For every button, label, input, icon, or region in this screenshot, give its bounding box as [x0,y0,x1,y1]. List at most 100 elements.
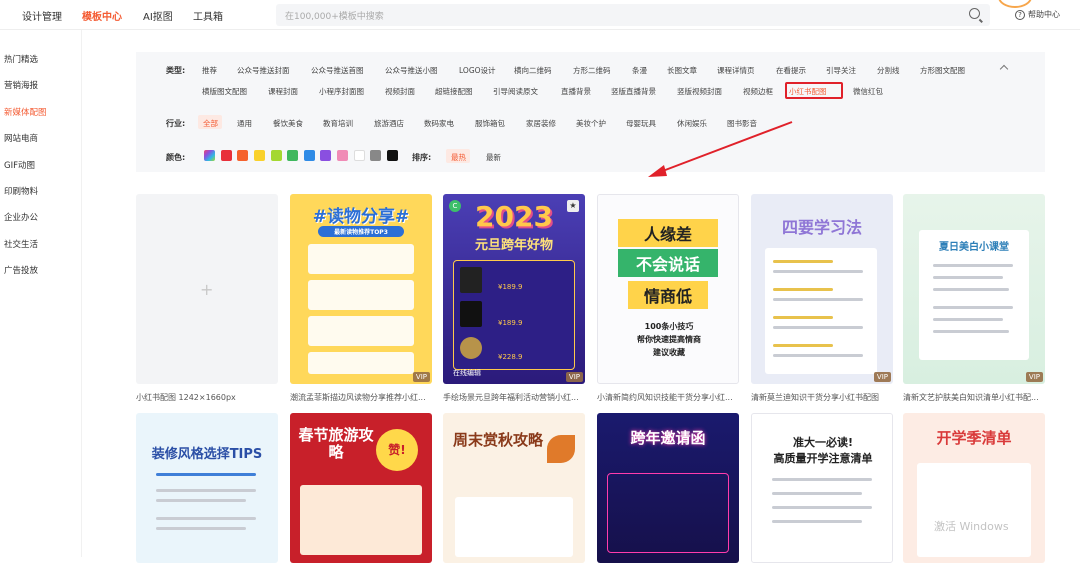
nav-toolbox[interactable]: 工具箱 [193,8,223,23]
search-icon[interactable] [969,8,980,19]
color-swatch[interactable] [304,150,315,161]
type-tag[interactable]: 微信红包 [853,86,883,97]
template-card[interactable]: 周末赏秋攻略 [443,413,585,563]
industry-tag[interactable]: 休闲娱乐 [677,118,707,129]
template-card[interactable]: 装修风格选择TIPS [136,413,278,563]
type-tag[interactable]: 视频封面 [385,86,415,97]
type-tag[interactable]: 引导阅读原文 [493,86,538,97]
nav-design-management[interactable]: 设计管理 [22,8,62,23]
color-swatch[interactable] [337,150,348,161]
type-tag[interactable]: 竖版直播背景 [611,86,656,97]
collapse-chevron-icon[interactable] [999,64,1009,74]
top-bar: 设计管理 模板中心 AI抠图 工具箱 在100,000+模板中搜索 ? 帮助中心 [0,0,1080,30]
template-card[interactable]: #读物分享# 最新读物推荐TOP3 VIP [290,194,432,384]
type-tag[interactable]: 分割线 [877,65,900,76]
nav-ai-cutout[interactable]: AI抠图 [143,8,173,23]
color-swatch-all[interactable] [204,150,215,161]
template-card[interactable]: 春节旅游攻略 赞! [290,413,432,563]
sidebar-item-print[interactable]: 印刷物料 [4,185,38,197]
template-card[interactable]: 跨年邀请函 [597,413,739,563]
type-tag[interactable]: 引导关注 [826,65,856,76]
color-swatch[interactable] [387,150,398,161]
color-swatch[interactable] [237,150,248,161]
card-title: 跨年邀请函 [630,429,706,447]
type-tag[interactable]: 小程序封面图 [319,86,364,97]
product-panel: ¥189.9 ¥189.9 ¥228.9 [453,260,575,370]
sidebar-item-hot[interactable]: 热门精选 [4,53,38,65]
color-swatch[interactable] [271,150,282,161]
type-tag[interactable]: 竖版视频封面 [677,86,722,97]
sidebar-item-new-media[interactable]: 新媒体配图 [4,106,47,118]
type-tag[interactable]: 长图文章 [667,65,697,76]
color-swatch[interactable] [287,150,298,161]
industry-tag[interactable]: 家居装修 [526,118,556,129]
sidebar-item-marketing[interactable]: 营销海报 [4,79,38,91]
template-card[interactable]: 开学季清单 [903,413,1045,563]
type-tag[interactable]: LOGO设计 [459,65,496,76]
industry-tag[interactable]: 服饰箱包 [475,118,505,129]
card-title: 开学季清单 [936,429,1012,447]
card-subtitle: 高质量开学注意清单 [773,452,873,465]
card-footer: 100条小技巧 [644,322,694,331]
industry-tag[interactable]: 餐饮美食 [273,118,303,129]
card-block [308,280,414,310]
type-tag[interactable]: 公众号推送封面 [237,65,290,76]
card-block [300,485,422,555]
type-tag[interactable]: 在看提示 [776,65,806,76]
industry-tag[interactable]: 图书影音 [727,118,757,129]
type-tag[interactable]: 方形二维码 [573,65,611,76]
nav-template-center[interactable]: 模板中心 [82,8,122,23]
type-tag[interactable]: 课程封面 [268,86,298,97]
card-title: 装修风格选择TIPS [151,447,263,462]
type-tag[interactable]: 方形图文配图 [920,65,965,76]
type-tag[interactable]: 超链接配图 [435,86,473,97]
card-caption: 清新莫兰迪知识干货分享小红书配图 [751,393,879,402]
industry-tag[interactable]: 旅游酒店 [374,118,404,129]
type-tag[interactable]: 横版图文配图 [202,86,247,97]
template-card[interactable]: 准大一必读! 高质量开学注意清单 [751,413,893,563]
sidebar-item-ads[interactable]: 广告投放 [4,264,38,276]
sidebar-item-gif[interactable]: GIF动图 [4,159,35,171]
help-center-link[interactable]: ? 帮助中心 [1015,9,1060,20]
industry-tag[interactable]: 母婴玩具 [626,118,656,129]
sidebar-item-ecommerce[interactable]: 网站电商 [4,132,38,144]
color-swatch[interactable] [254,150,265,161]
color-swatch[interactable] [320,150,331,161]
filter-panel: 类型: 推荐 公众号推送封面 公众号推送首图 公众号推送小图 LOGO设计 横向… [136,52,1045,172]
template-card[interactable]: C ★ 2023 元旦跨年好物 ¥189.9 ¥189.9 ¥228.9 在线编… [443,194,585,384]
type-tag[interactable]: 公众号推送首图 [311,65,364,76]
industry-tag[interactable]: 数码家电 [424,118,454,129]
industry-tag[interactable]: 通用 [237,118,252,129]
card-title: 春节旅游攻略 [298,426,374,461]
type-tag[interactable]: 直播背景 [561,86,591,97]
template-card[interactable]: 人缘差 不会说话 情商低 100条小技巧 帮你快速提高情商 建议收藏 [597,194,739,384]
new-design-placeholder[interactable]: + [136,194,278,384]
template-card[interactable]: 夏日美白小课堂 VIP [903,194,1045,384]
card-title: 夏日美白小课堂 [939,242,1009,253]
type-tag[interactable]: 横向二维码 [514,65,552,76]
card-subtitle: 元旦跨年好物 [474,238,553,253]
sort-new[interactable]: 最新 [486,152,501,163]
type-tag[interactable]: 课程详情页 [717,65,755,76]
type-tag[interactable]: 视频边框 [743,86,773,97]
sort-hot[interactable]: 最热 [451,152,466,163]
industry-tag[interactable]: 教育培训 [323,118,353,129]
card-footer: 建议收藏 [653,348,685,357]
avatar[interactable] [998,0,1032,8]
industry-tag[interactable]: 美妆个护 [576,118,606,129]
search-input[interactable]: 在100,000+模板中搜索 [276,4,990,26]
type-tag[interactable]: 推荐 [202,65,217,76]
type-tag[interactable]: 条漫 [632,65,647,76]
template-card[interactable]: 四要学习法 VIP [751,194,893,384]
color-swatch[interactable] [354,150,365,161]
card-subtitle: 最新读物推荐TOP3 [318,226,404,237]
sidebar-item-social[interactable]: 社交生活 [4,238,38,250]
online-edit-label[interactable]: 在线编辑 [453,368,481,378]
sidebar-item-office[interactable]: 企业办公 [4,211,38,223]
vip-badge: VIP [412,372,430,382]
type-tag[interactable]: 公众号推送小图 [385,65,438,76]
color-swatch[interactable] [221,150,232,161]
leaf-icon [547,435,575,463]
color-swatch[interactable] [370,150,381,161]
industry-tag-active[interactable]: 全部 [203,118,218,129]
